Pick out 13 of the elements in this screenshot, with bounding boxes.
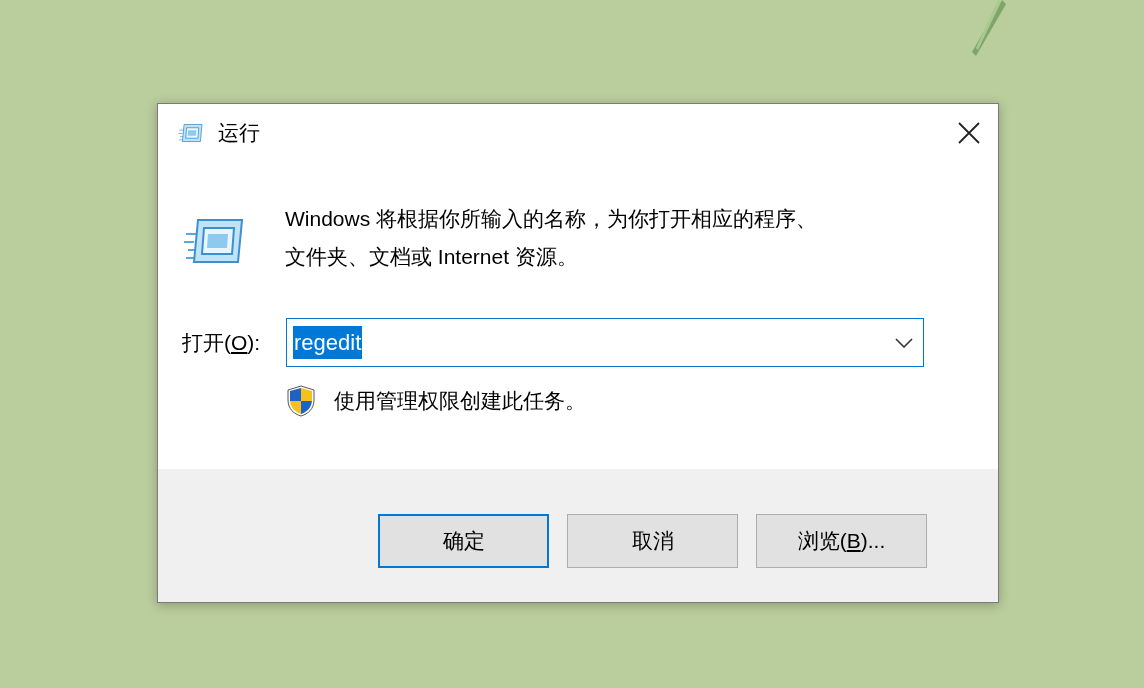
open-label: 打开(O): [182,329,262,356]
close-icon [958,121,980,144]
description-text: Windows 将根据你所输入的名称，为你打开相应的程序、 文件夹、文档或 Internet 资源。 [285,206,818,270]
admin-note: 使用管理权限创建此任务。 [334,388,586,415]
command-combobox[interactable]: regedit [286,318,924,367]
dialog-button[interactable]: 浏览(B)... [756,513,927,568]
run-icon [176,121,206,144]
dialog-button[interactable]: 取消 [567,513,738,568]
window-title: 运行 [218,119,260,146]
shield-icon [287,385,315,417]
dialog-button[interactable]: 确定 [378,513,549,568]
chevron-down-icon [895,337,913,348]
command-value: regedit [293,326,363,359]
